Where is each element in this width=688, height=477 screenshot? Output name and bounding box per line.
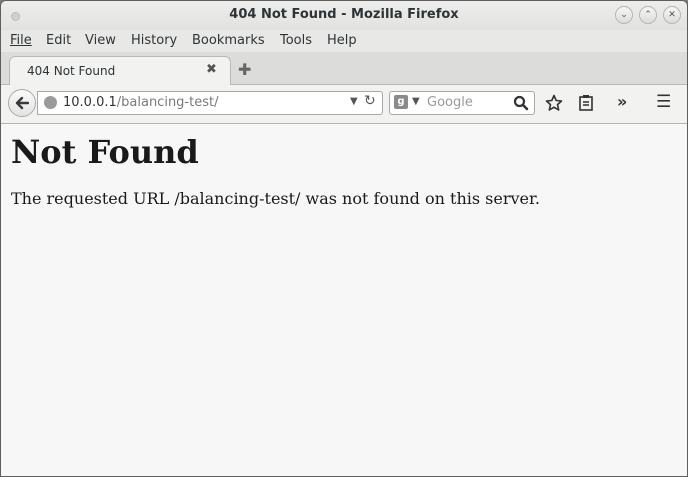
overflow-chevron-icon[interactable]: »: [617, 92, 627, 111]
menu-tools-label: Tools: [280, 33, 313, 48]
menu-edit[interactable]: Edit: [46, 33, 71, 48]
clipboard-icon[interactable]: [578, 94, 594, 112]
url-path: /balancing-test/: [116, 95, 219, 110]
menu-view[interactable]: View: [85, 33, 116, 48]
globe-icon: [44, 96, 57, 109]
back-button[interactable]: [8, 89, 36, 117]
magnifier-icon[interactable]: [513, 95, 529, 111]
hamburger-menu-icon[interactable]: ☰: [656, 92, 671, 112]
close-window-button[interactable]: ✕: [663, 6, 681, 24]
page-content: Not Found The requested URL /balancing-t…: [1, 124, 687, 476]
url-bar[interactable]: 10.0.0.1/balancing-test/ ▼ ↻: [37, 91, 383, 115]
url-host: 10.0.0.1: [63, 95, 117, 110]
menu-file-label: File: [10, 33, 32, 48]
tab-404-not-found[interactable]: 404 Not Found ✖: [9, 56, 231, 85]
maximize-button[interactable]: ⌃: [639, 6, 657, 24]
menu-edit-label: Edit: [46, 33, 72, 48]
url-history-dropdown-icon[interactable]: ▼: [350, 96, 358, 107]
url-input[interactable]: 10.0.0.1/balancing-test/: [63, 95, 218, 110]
search-bar[interactable]: g ▼ Google: [389, 91, 535, 115]
back-arrow-icon: [15, 96, 29, 110]
reload-icon[interactable]: ↻: [364, 93, 376, 109]
tab-close-icon[interactable]: ✖: [206, 62, 217, 77]
search-engine-dropdown-icon[interactable]: ▼: [412, 96, 420, 107]
tab-strip: 404 Not Found ✖ ✚: [1, 52, 687, 85]
menu-help-label: Help: [327, 33, 357, 48]
navigation-bar: 10.0.0.1/balancing-test/ ▼ ↻ g ▼ Google …: [1, 85, 687, 124]
menu-history[interactable]: History: [131, 33, 177, 48]
page-heading: Not Found: [11, 133, 199, 171]
menu-tools[interactable]: Tools: [280, 33, 312, 48]
window-title: 404 Not Found - Mozilla Firefox: [229, 7, 459, 22]
menu-help[interactable]: Help: [327, 33, 357, 48]
tab-label: 404 Not Found: [27, 64, 116, 78]
error-message: The requested URL /balancing-test/ was n…: [11, 189, 540, 208]
browser-window: 404 Not Found - Mozilla Firefox ⌄ ⌃ ✕ Fi…: [0, 0, 688, 477]
menu-history-label: History: [131, 33, 178, 48]
star-icon[interactable]: [545, 94, 563, 112]
menu-view-label: View: [85, 33, 116, 48]
menu-file[interactable]: File: [10, 33, 32, 48]
menu-bookmarks[interactable]: Bookmarks: [192, 33, 265, 48]
title-bar: 404 Not Found - Mozilla Firefox ⌄ ⌃ ✕: [1, 1, 687, 30]
menu-bar: File Edit View History Bookmarks Tools H…: [1, 30, 687, 52]
search-engine-icon[interactable]: g: [394, 95, 408, 109]
minimize-button[interactable]: ⌄: [615, 6, 633, 24]
search-input[interactable]: Google: [427, 95, 473, 110]
menu-bookmarks-label: Bookmarks: [192, 33, 265, 48]
new-tab-button[interactable]: ✚: [238, 60, 251, 79]
